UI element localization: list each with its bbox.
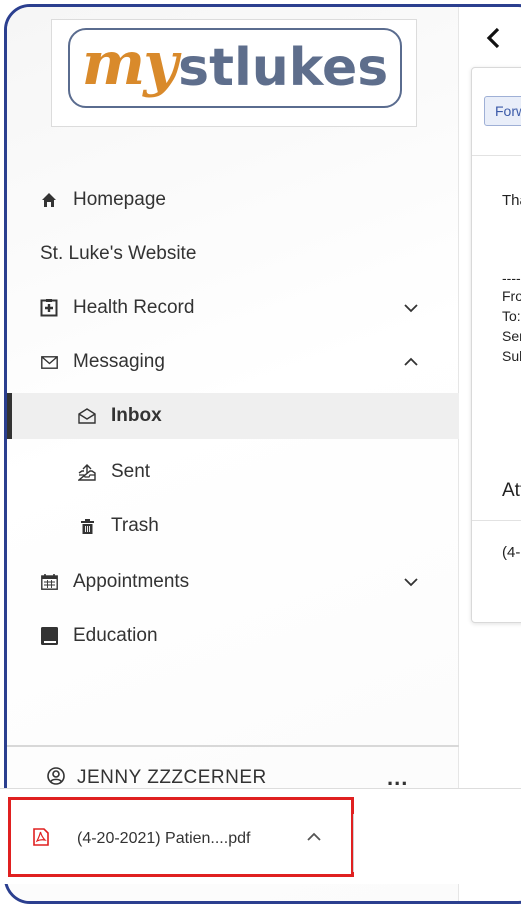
attachment-link[interactable]: (4-2 — [502, 544, 521, 561]
message-subject-label: Sub — [502, 348, 521, 364]
logo-badge: my stlukes — [68, 28, 402, 108]
back-chevron-icon[interactable] — [485, 27, 501, 49]
message-card: Forward Tha ----- Fro To: Ser Sub Att (4… — [471, 67, 521, 623]
sidebar-item-health-record[interactable]: Health Record — [7, 285, 459, 331]
book-icon — [39, 626, 59, 646]
sidebar-item-website[interactable]: St. Luke's Website — [7, 231, 459, 277]
app-frame: my stlukes Homepage St. Luke's Website He… — [4, 4, 521, 904]
sidebar-item-inbox[interactable]: Inbox — [7, 393, 459, 439]
logo-text-my: my — [81, 29, 178, 99]
sidebar-item-label: Education — [73, 625, 158, 646]
message-from-label: Fro — [502, 288, 521, 304]
home-icon — [39, 190, 59, 210]
download-separator — [353, 814, 354, 872]
sidebar-item-label: Health Record — [73, 297, 195, 318]
medical-record-icon — [39, 298, 59, 318]
logo-text-stlukes: stlukes — [178, 38, 389, 98]
sidebar-item-trash[interactable]: Trash — [7, 503, 459, 549]
logo[interactable]: my stlukes — [51, 19, 417, 127]
forward-button[interactable]: Forward — [484, 96, 521, 126]
sidebar-item-appointments[interactable]: Appointments — [7, 559, 459, 605]
pdf-file-icon — [33, 828, 49, 851]
trash-icon — [77, 516, 97, 536]
attachments-divider — [472, 520, 521, 521]
sidebar-item-homepage[interactable]: Homepage — [7, 177, 459, 223]
user-name: JENNY ZZZCERNER — [77, 767, 267, 788]
download-bar: (4-20-2021) Patien....pdf — [0, 788, 521, 884]
calendar-icon — [39, 572, 59, 592]
message-to-label: To: — [502, 308, 521, 324]
chevron-down-icon[interactable] — [403, 574, 419, 590]
download-item[interactable]: (4-20-2021) Patien....pdf — [8, 797, 354, 877]
message-greeting: Tha — [502, 192, 521, 209]
message-sent-label: Ser — [502, 328, 521, 344]
attachments-heading: Att — [502, 480, 521, 501]
sidebar-item-label: Appointments — [73, 571, 190, 592]
outbox-icon — [77, 462, 97, 482]
sidebar-item-label: Sent — [111, 461, 151, 482]
chevron-down-icon[interactable] — [403, 300, 419, 316]
sidebar-divider — [7, 745, 459, 747]
inbox-envelope-icon — [77, 406, 97, 426]
chevron-up-icon[interactable] — [403, 354, 419, 370]
sidebar-item-label: St. Luke's Website — [40, 243, 197, 264]
sidebar-item-messaging[interactable]: Messaging — [7, 339, 459, 385]
chevron-up-icon[interactable] — [307, 832, 321, 842]
envelope-icon — [39, 352, 59, 372]
message-toolbar: Forward — [472, 68, 521, 156]
sidebar: my stlukes Homepage St. Luke's Website He… — [7, 7, 459, 901]
sidebar-item-education[interactable]: Education — [7, 613, 459, 659]
sidebar-item-label: Inbox — [111, 405, 162, 426]
message-separator: ----- — [502, 270, 521, 286]
sidebar-item-sent[interactable]: Sent — [7, 449, 459, 495]
download-file-name: (4-20-2021) Patien....pdf — [77, 830, 251, 847]
sidebar-item-label: Messaging — [73, 351, 165, 372]
sidebar-item-label: Homepage — [73, 189, 166, 210]
sidebar-item-label: Trash — [111, 515, 159, 536]
